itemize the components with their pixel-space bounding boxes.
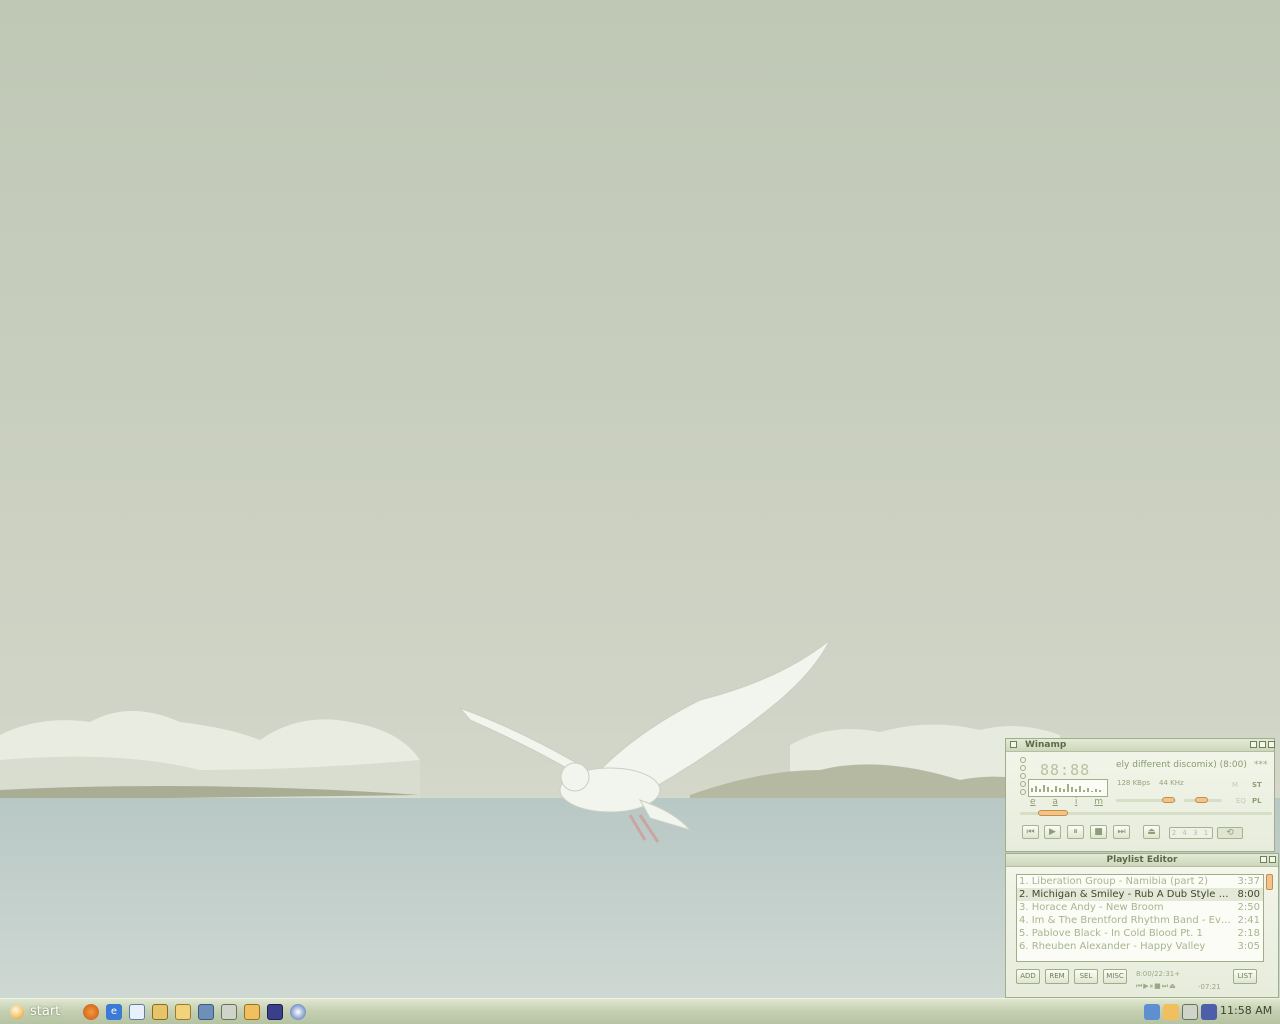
add-button[interactable]: ADD (1016, 969, 1040, 984)
playlist-item[interactable]: 6. Rheuben Alexander - Happy Valley 3:05 (1017, 940, 1263, 953)
monitor-tray-icon[interactable] (1201, 1004, 1217, 1020)
network-icon[interactable] (198, 1004, 214, 1020)
song-title-ticker[interactable]: ely different discomix) (8:00) (1116, 760, 1252, 770)
start-orb-icon (10, 1005, 24, 1019)
paint-tray-icon[interactable] (1163, 1004, 1179, 1020)
mono-indicator: M (1232, 781, 1239, 789)
media-player-icon[interactable] (290, 1004, 306, 1020)
misc-button[interactable]: MISC (1103, 969, 1127, 984)
clutterbar[interactable] (1020, 757, 1028, 797)
remove-button[interactable]: REM (1045, 969, 1069, 984)
ie-icon[interactable]: e (106, 1004, 122, 1020)
playlist-item-title: 1. Liberation Group - Namibia (part 2) (1019, 876, 1208, 887)
visualizer-bars (1031, 784, 1101, 792)
winamp-title: Winamp (1025, 740, 1067, 750)
network-connections-icon[interactable] (1144, 1004, 1160, 1020)
select-button[interactable]: SEL (1074, 969, 1098, 984)
winamp-main-window[interactable]: Winamp 88:88 ely different discomix) (8:… (1005, 738, 1275, 852)
playlist-scrollbar[interactable] (1266, 874, 1274, 960)
playlist-item[interactable]: 4. Im & The Brentford Rhythm Band - Eve…… (1017, 914, 1263, 927)
playlist-item-title: 2. Michigan & Smiley - Rub A Dub Style (… (1019, 889, 1231, 900)
playlist-close-icon[interactable] (1269, 856, 1276, 863)
playlist-item-current[interactable]: 2. Michigan & Smiley - Rub A Dub Style (… (1017, 888, 1263, 901)
paint-icon[interactable] (244, 1004, 260, 1020)
playlist-editor-window[interactable]: Playlist Editor 1. Liberation Group - Na… (1005, 853, 1279, 998)
firefox-icon[interactable] (83, 1004, 99, 1020)
shuffle-button[interactable]: 2 4 3 1 (1169, 827, 1213, 839)
visualizer[interactable] (1028, 779, 1108, 797)
bitrate-label: 128 KBps (1117, 779, 1151, 787)
playlist-scroll-thumb[interactable] (1266, 874, 1273, 890)
clutter-options-icon[interactable] (1020, 757, 1026, 763)
playlist-item-title: 5. Pablove Black - In Cold Blood Pt. 1 (1019, 928, 1203, 939)
seek-knob[interactable] (1038, 810, 1068, 816)
winamp-menu-icon[interactable] (1010, 741, 1017, 748)
playlist-shade-icon[interactable] (1260, 856, 1267, 863)
clutter-doublesize-icon[interactable] (1020, 781, 1026, 787)
previous-button[interactable]: ⏮ (1022, 825, 1039, 839)
notepad-icon[interactable] (129, 1004, 145, 1020)
stereo-indicator: ST (1252, 781, 1262, 789)
clutter-letters: e a i m (1030, 797, 1117, 807)
start-label: start (30, 1004, 61, 1019)
playlist-item[interactable]: 3. Horace Andy - New Broom 2:50 (1017, 901, 1263, 914)
playlist-item[interactable]: 1. Liberation Group - Namibia (part 2) 3… (1017, 875, 1263, 888)
playlist-title: Playlist Editor (1106, 855, 1178, 865)
eject-button[interactable]: ⏏ (1143, 825, 1160, 839)
taskbar: start e 11:58 AM (0, 998, 1280, 1024)
briefcase-icon[interactable] (152, 1004, 168, 1020)
playlist-item[interactable]: 5. Pablove Black - In Cold Blood Pt. 1 2… (1017, 927, 1263, 940)
time-display[interactable]: 88:88 (1040, 761, 1090, 779)
folder-icon[interactable] (175, 1004, 191, 1020)
playlist-item-duration: 2:41 (1237, 915, 1260, 926)
balance-knob[interactable] (1195, 797, 1208, 803)
playlist-item-title: 3. Horace Andy - New Broom (1019, 902, 1164, 913)
start-button[interactable]: start (0, 1000, 70, 1024)
playlist-item-duration: 3:05 (1237, 941, 1260, 952)
shade-icon[interactable] (1259, 741, 1266, 748)
minimize-icon[interactable] (1250, 741, 1257, 748)
close-icon[interactable] (1268, 741, 1275, 748)
playlist-item-duration: 8:00 (1237, 889, 1260, 900)
clutter-info-icon[interactable] (1020, 773, 1026, 779)
rating-stars[interactable]: *** (1254, 760, 1268, 770)
playlist-remaining-time: -07:21 (1198, 983, 1221, 991)
equalizer-icon[interactable] (267, 1004, 283, 1020)
playlist-item-duration: 3:37 (1237, 876, 1260, 887)
stop-button[interactable]: ■ (1090, 825, 1107, 839)
clock[interactable]: 11:58 AM (1220, 999, 1272, 1023)
play-button[interactable]: ▶ (1044, 825, 1061, 839)
pause-button[interactable]: ⏸ (1067, 825, 1084, 839)
mini-transport-controls[interactable]: ⏮▶⏸■⏭⏏ (1136, 982, 1177, 991)
playlist-item-duration: 2:18 (1237, 928, 1260, 939)
repeat-button[interactable]: ⟲ (1217, 827, 1243, 839)
playlist-item-duration: 2:50 (1237, 902, 1260, 913)
playlist-toggle[interactable]: PL (1252, 797, 1262, 805)
recycle-icon[interactable] (221, 1004, 237, 1020)
winamp-titlebar[interactable]: Winamp (1006, 739, 1275, 752)
recycle-tray-icon[interactable] (1182, 1004, 1198, 1020)
next-button[interactable]: ⏭ (1113, 825, 1130, 839)
playlist-list[interactable]: 1. Liberation Group - Namibia (part 2) 3… (1016, 874, 1264, 962)
clutter-ontop-icon[interactable] (1020, 765, 1026, 771)
playlist-item-title: 6. Rheuben Alexander - Happy Valley (1019, 941, 1206, 952)
samplerate-label: 44 KHz (1159, 779, 1184, 787)
playlist-titlebar[interactable]: Playlist Editor (1006, 854, 1278, 867)
winamp-display: 88:88 ely different discomix) (8:00) ***… (1018, 757, 1268, 811)
letter-e[interactable]: e (1030, 797, 1036, 807)
letter-i[interactable]: i (1075, 797, 1078, 807)
playlist-item-title: 4. Im & The Brentford Rhythm Band - Eve… (1019, 915, 1231, 926)
clutter-vis-icon[interactable] (1020, 789, 1026, 795)
letter-a[interactable]: a (1052, 797, 1058, 807)
eq-toggle[interactable]: EQ (1236, 797, 1246, 805)
volume-knob[interactable] (1162, 797, 1175, 803)
playlist-total-time: 8:00/22:31+ (1136, 970, 1181, 978)
list-button[interactable]: LIST (1233, 969, 1257, 984)
letter-m[interactable]: m (1094, 797, 1103, 807)
